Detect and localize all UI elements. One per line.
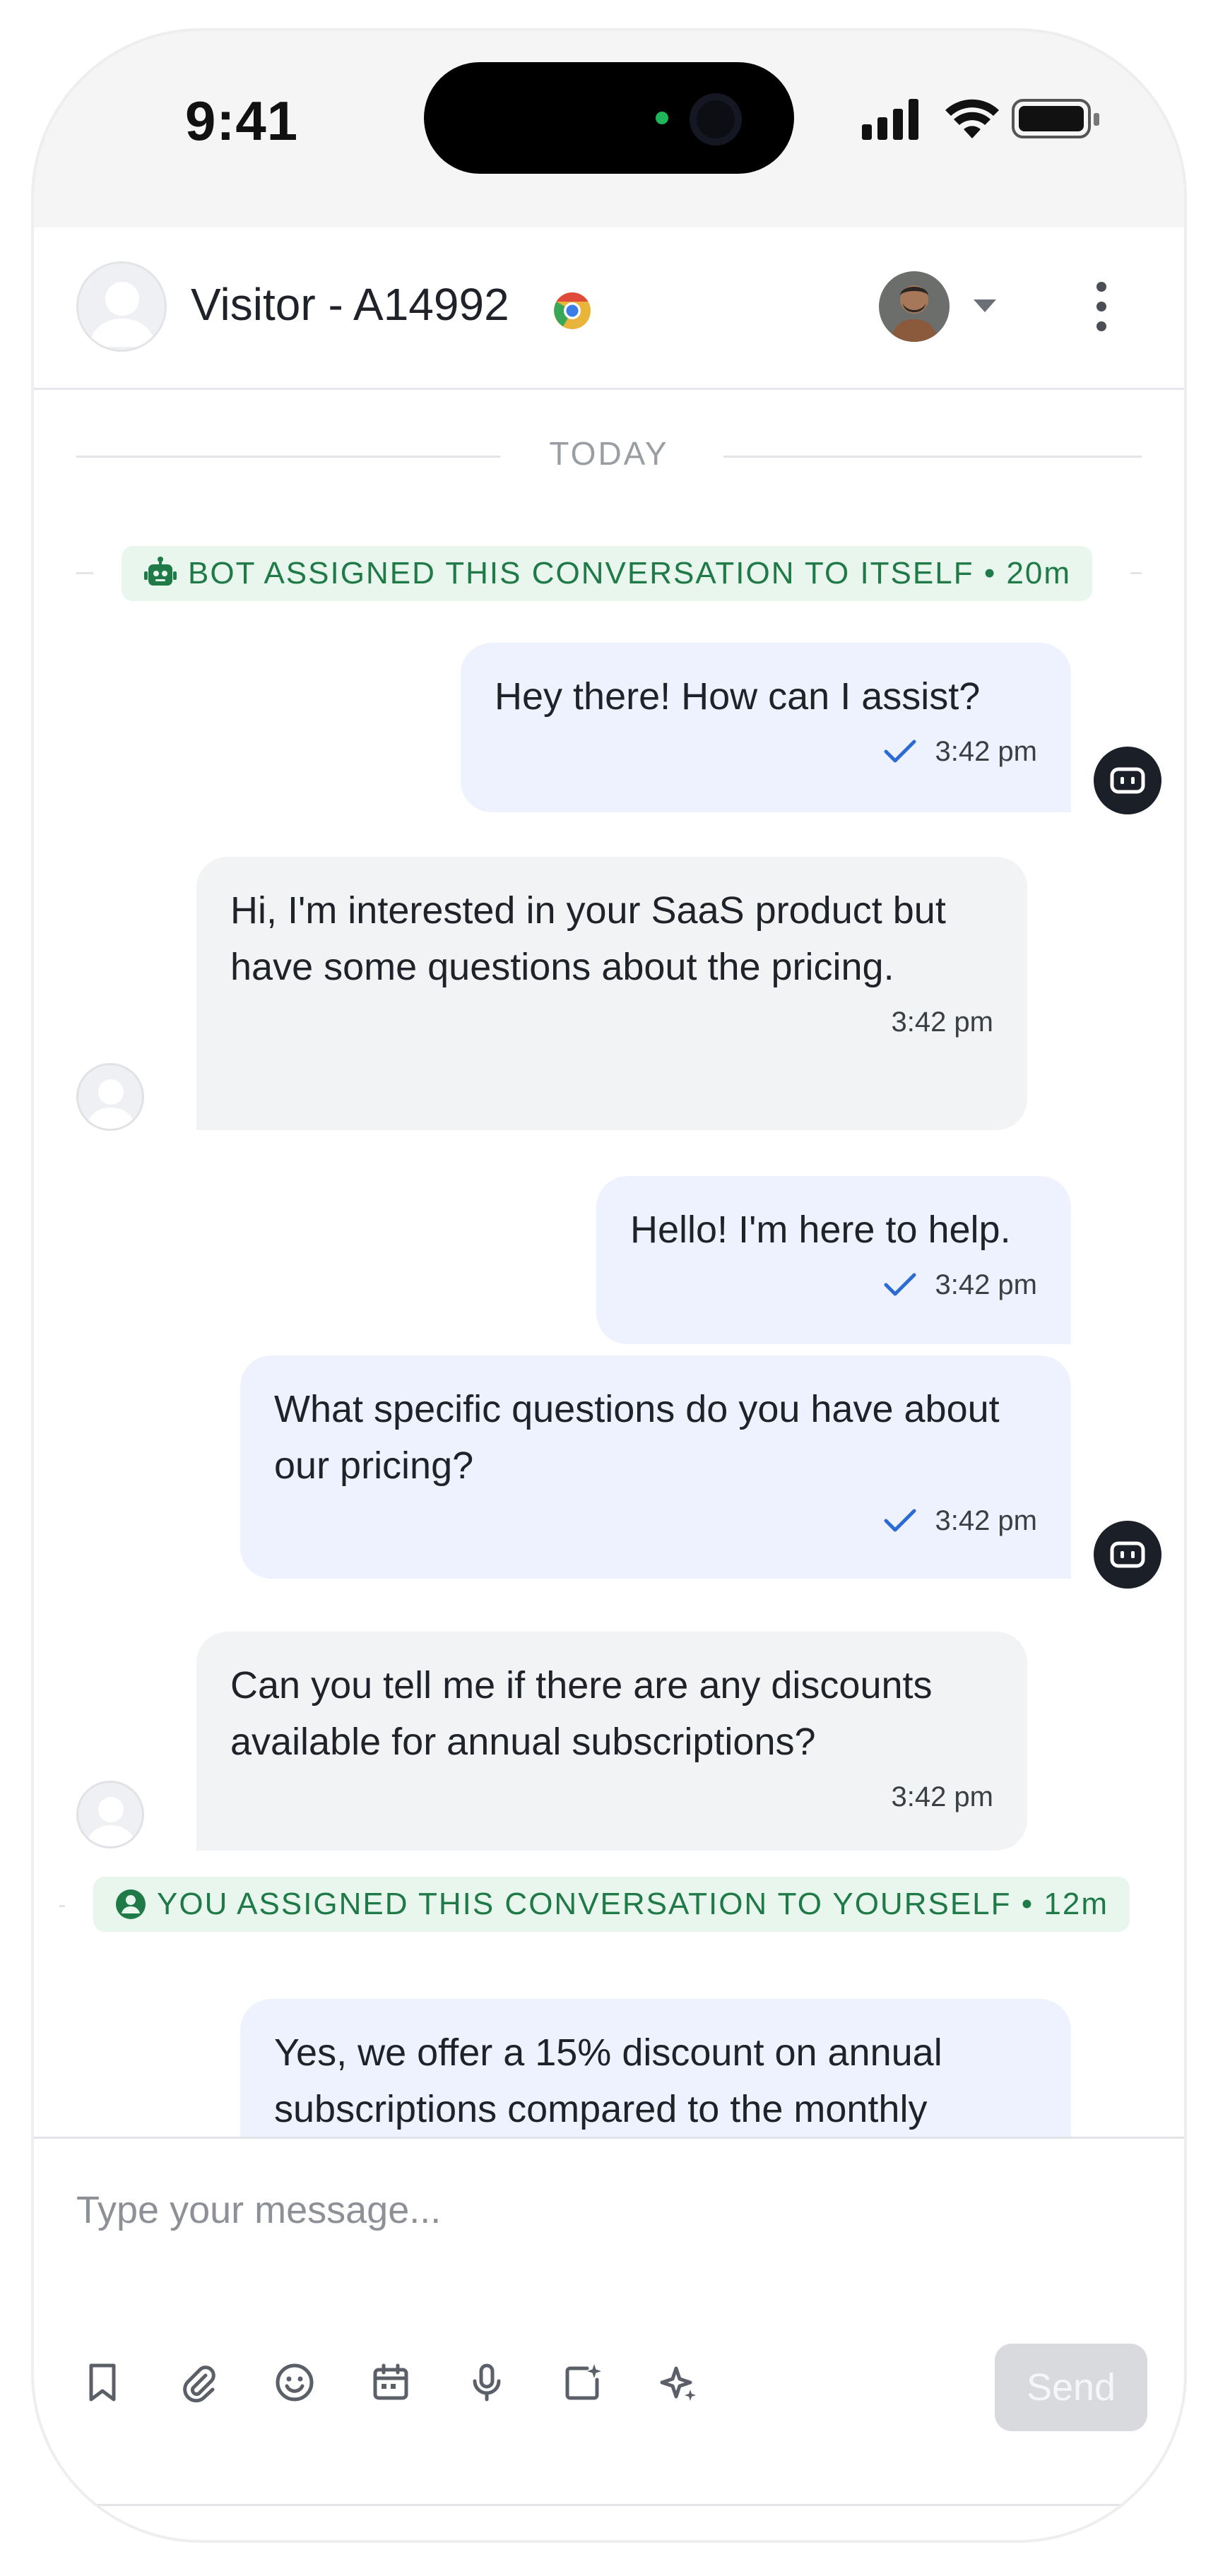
system-event-text: BOT ASSIGNED THIS CONVERSATION TO ITSELF… [188, 556, 1072, 590]
check-icon [884, 1509, 916, 1532]
status-time: 9:41 [185, 90, 299, 152]
message-time: 3:42 pm [935, 1269, 1037, 1300]
bot-icon [1110, 1541, 1145, 1568]
visitor-message[interactable]: Hi, I'm interested in your SaaS product … [196, 857, 1027, 1130]
bookmark-icon[interactable] [78, 2358, 127, 2407]
message-text: Can you tell me if there are any discoun… [230, 1664, 933, 1763]
divider [76, 572, 93, 574]
message-time: 3:42 pm [891, 1007, 993, 1038]
message-text: What specific questions do you have abou… [274, 1388, 1000, 1487]
visitor-avatar-small [76, 1063, 144, 1131]
message-list[interactable]: TODAY BOT ASSIGNED THIS CONVERSATION TO … [31, 392, 1187, 2137]
conversation-title: Visitor - A14992 [191, 279, 509, 330]
dynamic-island [424, 62, 794, 174]
agent-message[interactable]: Hey there! How can I assist? 3:42 pm [461, 643, 1071, 812]
signal-icon [862, 99, 918, 140]
system-event: BOT ASSIGNED THIS CONVERSATION TO ITSELF… [122, 546, 1093, 601]
user-placeholder-icon [88, 282, 156, 347]
bot-avatar [1094, 1521, 1161, 1589]
check-icon [884, 1273, 916, 1296]
user-placeholder-icon [85, 1079, 136, 1129]
message-meta: 3:42 pm [495, 732, 1037, 771]
system-event-text: YOU ASSIGNED THIS CONVERSATION TO YOURSE… [157, 1887, 1108, 1921]
more-vertical-icon[interactable] [1091, 277, 1112, 340]
day-separator-label: TODAY [549, 435, 669, 472]
conversation-header: Visitor - A14992 [31, 227, 1187, 390]
system-event: YOU ASSIGNED THIS CONVERSATION TO YOURSE… [93, 1877, 1130, 1932]
visitor-message[interactable]: Can you tell me if there are any discoun… [196, 1632, 1027, 1851]
user-circle-icon [116, 1889, 146, 1919]
message-text: Hey there! How can I assist? [495, 675, 981, 718]
agent-message[interactable]: Hello! I'm here to help. 3:42 pm [596, 1176, 1071, 1344]
chrome-icon [554, 292, 591, 329]
paperclip-icon[interactable] [174, 2358, 223, 2407]
user-placeholder-icon [85, 1797, 136, 1846]
bottom-divider [81, 2504, 1137, 2506]
message-text: Hello! I'm here to help. [630, 1209, 1011, 1251]
check-icon [884, 740, 916, 763]
message-time: 3:42 pm [935, 736, 1037, 767]
chevron-down-icon[interactable] [974, 299, 996, 312]
battery-icon [1012, 99, 1099, 138]
message-text: Yes, we offer a 15% discount on annual s… [274, 2031, 942, 2130]
message-meta: 3:42 pm [630, 1265, 1037, 1305]
message-text: Hi, I'm interested in your SaaS product … [230, 889, 946, 988]
agent-message[interactable]: Yes, we offer a 15% discount on annual s… [240, 1999, 1071, 2137]
agent-photo [879, 271, 950, 342]
divider [59, 1905, 65, 1907]
visitor-avatar[interactable] [76, 261, 167, 352]
calendar-icon[interactable] [366, 2358, 415, 2407]
message-meta: 3:42 pm [274, 1501, 1037, 1541]
status-icons [862, 99, 1099, 140]
agent-message[interactable]: What specific questions do you have abou… [240, 1355, 1071, 1579]
ai-sparkle-icon[interactable] [654, 2358, 704, 2407]
microphone-icon[interactable] [462, 2358, 512, 2407]
message-meta: 3:42 pm [230, 1777, 993, 1817]
send-button[interactable]: Send [995, 2344, 1147, 2431]
privacy-indicator [656, 112, 668, 124]
status-bar: 9:41 [31, 28, 1187, 227]
agent-avatar[interactable] [879, 271, 950, 342]
bot-icon [1110, 767, 1145, 794]
bot-avatar [1094, 747, 1161, 814]
divider [1130, 572, 1142, 574]
message-time: 3:42 pm [935, 1505, 1037, 1536]
message-time: 3:42 pm [891, 1781, 993, 1812]
add-media-icon[interactable] [558, 2358, 608, 2407]
visitor-avatar-small [76, 1781, 144, 1848]
message-meta: 3:42 pm [230, 1002, 993, 1042]
message-input[interactable] [76, 2178, 995, 2242]
robot-icon [144, 557, 177, 586]
message-composer: Send [31, 2137, 1187, 2543]
phone-frame: 9:41 Visitor - A14992 TODAY BOT ASSIGNED… [31, 28, 1187, 2543]
emoji-icon[interactable] [270, 2358, 319, 2407]
camera-lens [690, 93, 742, 146]
wifi-icon [945, 99, 999, 138]
